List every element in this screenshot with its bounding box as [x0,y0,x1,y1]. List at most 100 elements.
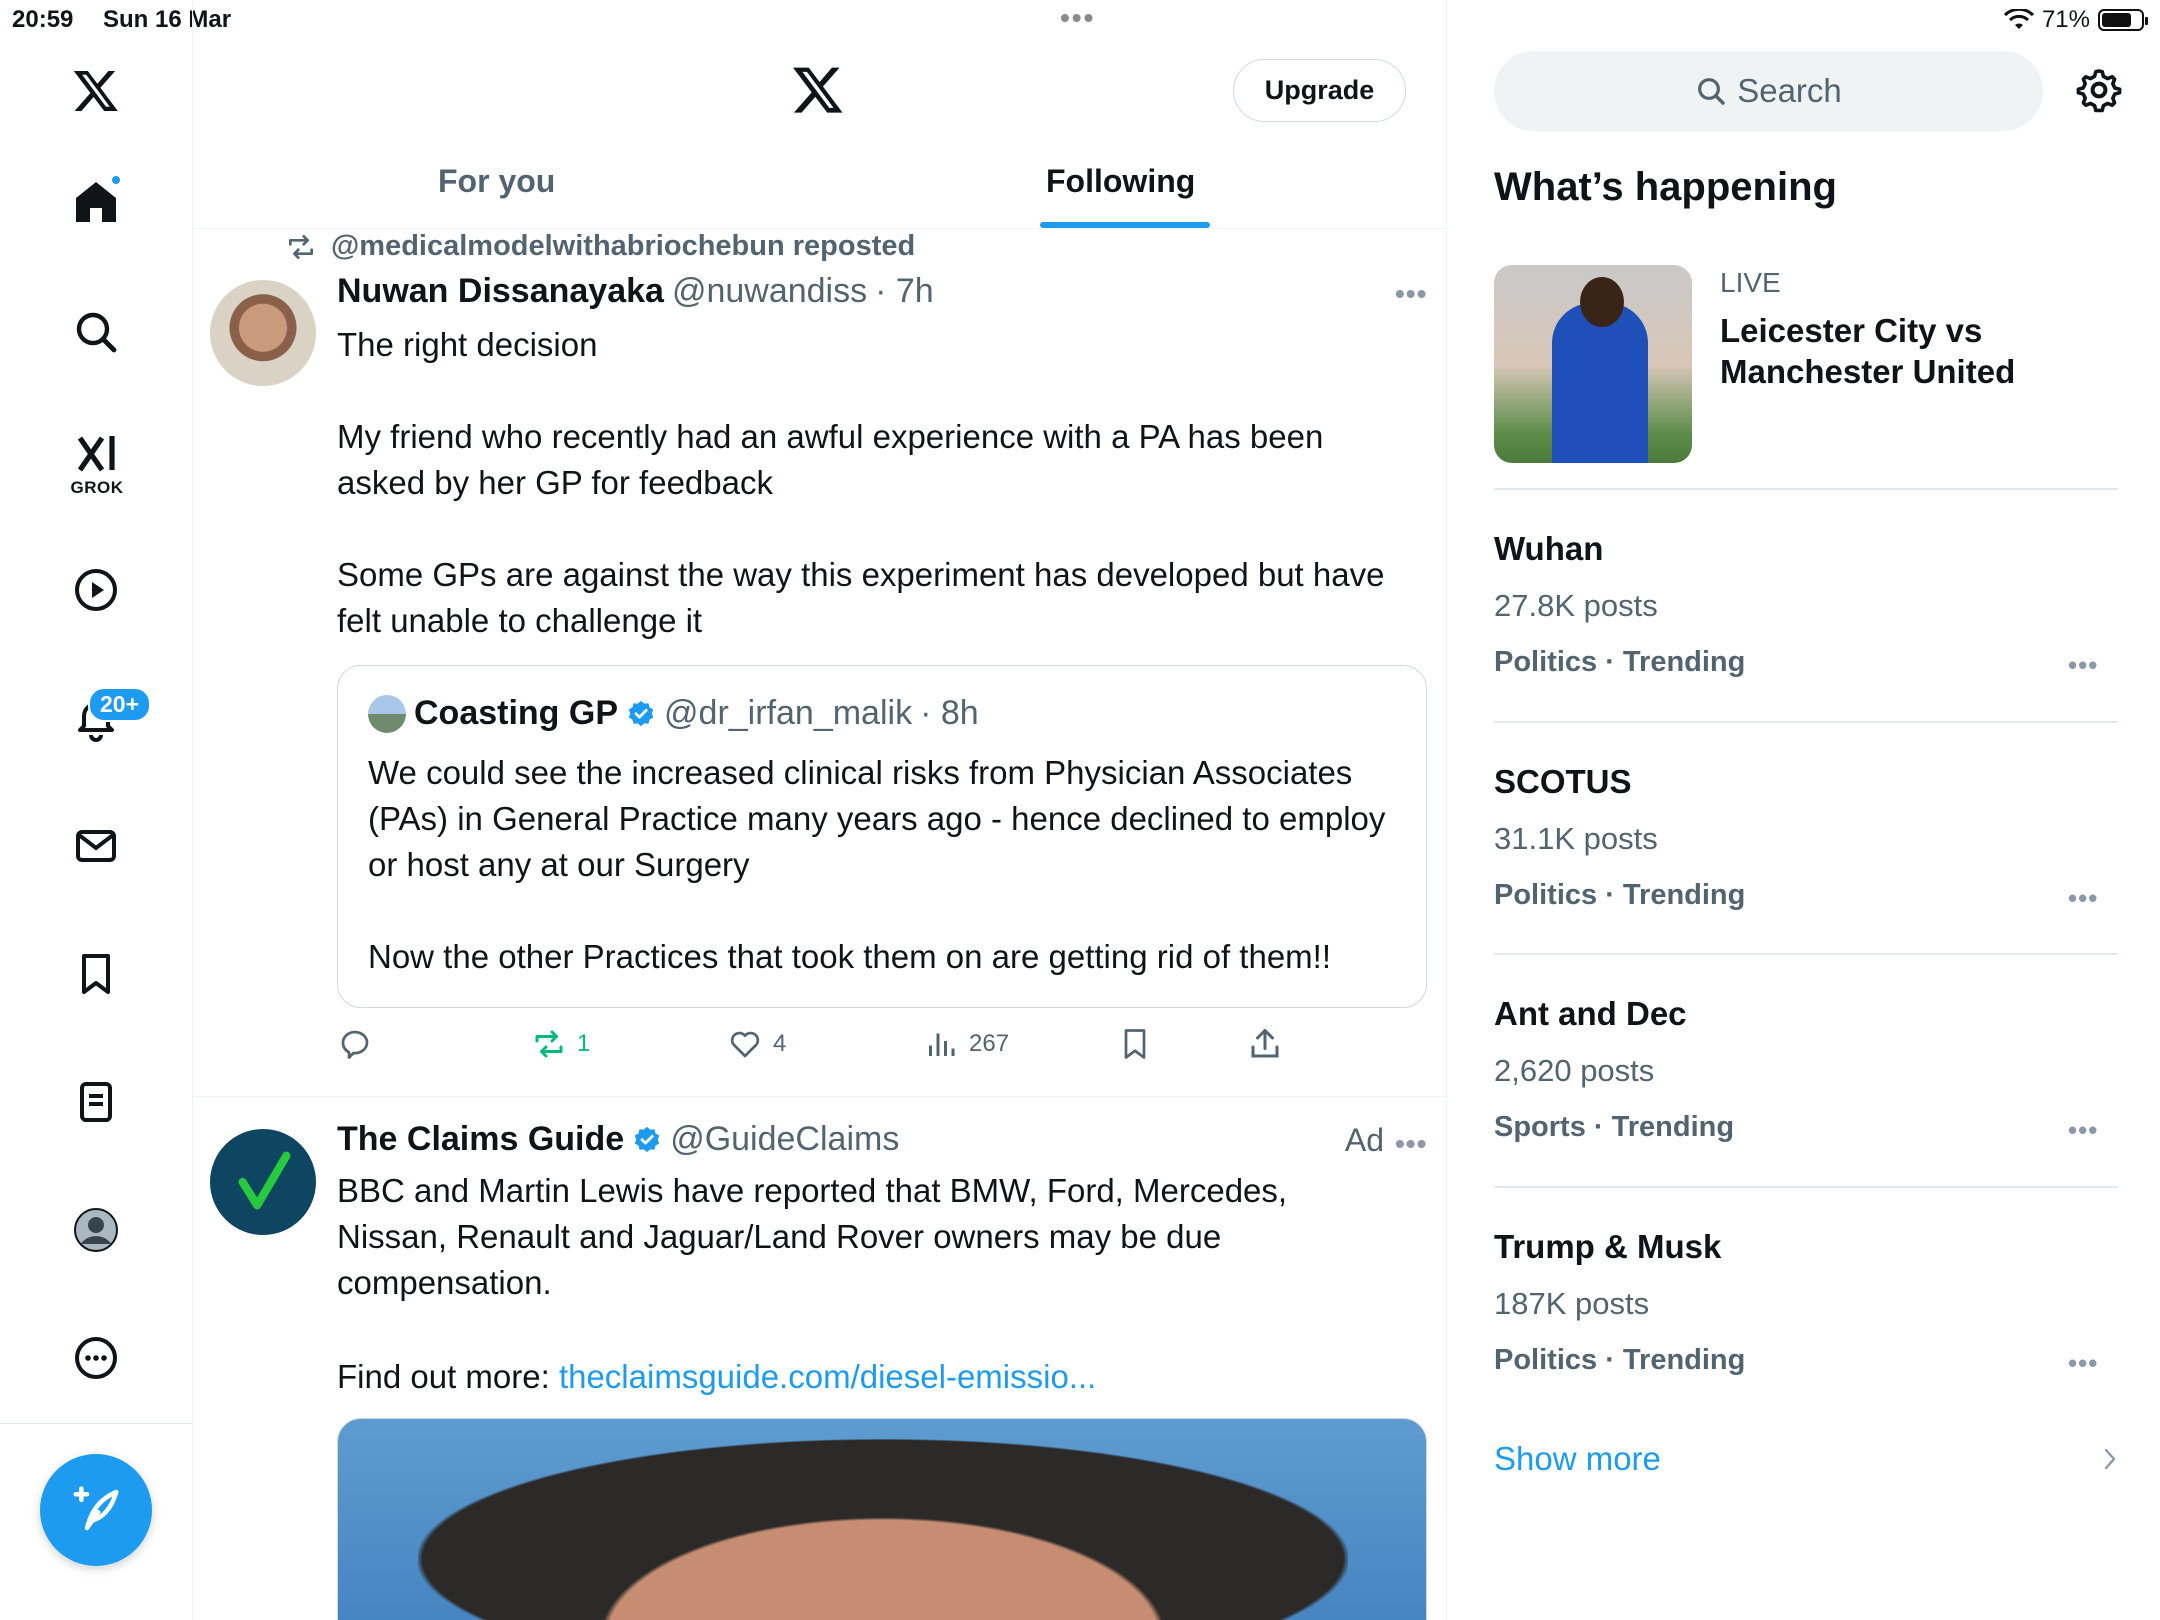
trend-name[interactable]: Ant and Dec [1494,995,1687,1033]
trend-more-icon[interactable]: ••• [2068,1348,2098,1379]
post-more-icon[interactable]: ••• [1395,1128,1427,1160]
more-options-icon[interactable] [66,1328,126,1388]
share-button[interactable] [1247,1026,1283,1062]
repost-context-label: @medicalmodelwithabriochebun reposted [331,230,916,262]
repost-context[interactable]: @medicalmodelwithabriochebun reposted [285,230,915,263]
trend-category: Politics · Trending [1494,646,1746,678]
trend-posts: 187K posts [1494,1286,1650,1321]
author-name[interactable]: The Claims Guide [337,1120,624,1159]
author-handle[interactable]: @GuideClaims [670,1120,899,1159]
link-prefix: Find out more: [337,1358,559,1395]
post-actions: 1 4 267 [337,1026,1387,1076]
compose-post-button[interactable] [40,1454,152,1566]
bookmark-icon [1124,1029,1146,1059]
trend-more-icon[interactable]: ••• [2068,650,2098,681]
author-handle[interactable]: @nuwandiss [672,272,867,311]
checkmark-logo-icon [238,1151,291,1210]
upgrade-button[interactable]: Upgrade [1233,59,1406,122]
repost-icon [289,234,313,259]
post-text: The right decision My friend who recentl… [337,326,1385,639]
quoted-post-header: Coasting GP @dr_irfan_malik · 8h [368,694,979,733]
grok-label: GROK [70,478,124,497]
lists-icon[interactable] [66,1072,126,1132]
trend-divider [1494,953,2118,955]
x-logo-icon[interactable] [66,60,126,120]
search-icon[interactable] [66,302,126,362]
quoted-post[interactable]: Coasting GP @dr_irfan_malik · 8h We coul… [337,665,1427,1008]
live-event-title[interactable]: Leicester City vs Manchester United [1720,310,2120,392]
bookmark-button[interactable] [1117,1026,1153,1062]
post-text: BBC and Martin Lewis have reported that … [337,1172,1288,1301]
repost-button[interactable]: 1 [531,1026,590,1062]
trend-category: Politics · Trending [1494,879,1746,911]
trend-posts: 27.8K posts [1494,588,1658,623]
quoted-post-time: · 8h [920,694,979,732]
notifications-badge: 20+ [88,687,152,722]
trend-category: Politics · Trending [1494,1344,1746,1376]
messages-icon[interactable] [66,816,126,876]
analytics-icon [929,1033,955,1056]
view-count: 267 [969,1030,1010,1057]
quoted-post-text: We could see the increased clinical risk… [368,754,1386,975]
author-avatar[interactable] [210,1129,316,1235]
like-count: 4 [773,1030,787,1057]
quoted-author-avatar [368,694,406,733]
trend-more-icon[interactable]: ••• [2068,883,2098,914]
tab-for-you[interactable]: For you [438,163,555,200]
feather-plus-icon [73,1486,119,1531]
post-link[interactable]: theclaimsguide.com/diesel-emissio... [559,1358,1096,1395]
verified-badge-icon [634,1126,660,1152]
chevron-right-icon [2104,1448,2116,1470]
trend-more-icon[interactable]: ••• [2068,1115,2098,1146]
left-nav: GROK 20+ [0,0,193,1620]
video-icon[interactable] [66,560,126,620]
trend-name[interactable]: SCOTUS [1494,763,1632,801]
trend-name[interactable]: Wuhan [1494,530,1603,568]
repost-count: 1 [577,1030,591,1057]
reply-button[interactable] [337,1026,383,1062]
live-event-image[interactable] [1494,265,1692,463]
heart-icon [730,1031,760,1058]
like-button[interactable]: 4 [727,1026,786,1062]
post-header: The Claims Guide @GuideClaims [337,1120,899,1159]
home-icon[interactable] [66,172,126,232]
live-tag: LIVE [1720,267,1781,298]
post-link-line: Find out more: theclaimsguide.com/diesel… [337,1354,1397,1400]
grok-icon[interactable] [66,424,126,484]
repost-icon [535,1030,563,1058]
post-time[interactable]: · 7h [875,272,934,311]
verified-badge-icon [628,700,654,726]
author-name[interactable]: Nuwan Dissanayaka [337,272,664,311]
unread-dot [110,174,122,186]
share-icon [1251,1029,1279,1058]
right-sidebar: Search What’s happening LIVE Leicester C… [1448,0,2160,1620]
post-more-icon[interactable]: ••• [1395,278,1427,310]
trend-posts: 2,620 posts [1494,1053,1655,1088]
tab-following[interactable]: Following [1046,163,1195,200]
quoted-author-handle: @dr_irfan_malik [664,694,913,732]
video-frame [418,1439,1348,1620]
settings-gear-icon[interactable] [2075,66,2123,114]
tabs-divider [193,228,1446,229]
search-icon [1698,78,1725,105]
profile-avatar-icon[interactable] [66,1200,126,1260]
x-logo-icon[interactable] [791,62,845,116]
trend-divider [1494,721,2118,723]
trend-category: Sports · Trending [1494,1111,1735,1143]
author-avatar[interactable] [210,280,316,386]
player-head [1580,277,1624,327]
search-placeholder: Search [1737,72,1842,109]
post-video[interactable] [337,1418,1427,1620]
ad-label: Ad [1344,1122,1384,1158]
reply-icon [341,1030,369,1059]
views-button[interactable]: 267 [923,1026,1009,1062]
post-header: Nuwan Dissanayaka @nuwandiss · 7h [337,272,934,311]
timeline-column: Upgrade For you Following @medicalmodelw… [193,0,1447,1620]
search-input[interactable]: Search [1494,51,2043,131]
trend-posts: 31.1K posts [1494,821,1658,856]
show-more-link[interactable]: Show more [1494,1440,1661,1478]
trend-name[interactable]: Trump & Musk [1494,1228,1721,1266]
bookmarks-icon[interactable] [66,944,126,1004]
quoted-author-name: Coasting GP [414,694,619,732]
post-divider [193,1096,1446,1097]
